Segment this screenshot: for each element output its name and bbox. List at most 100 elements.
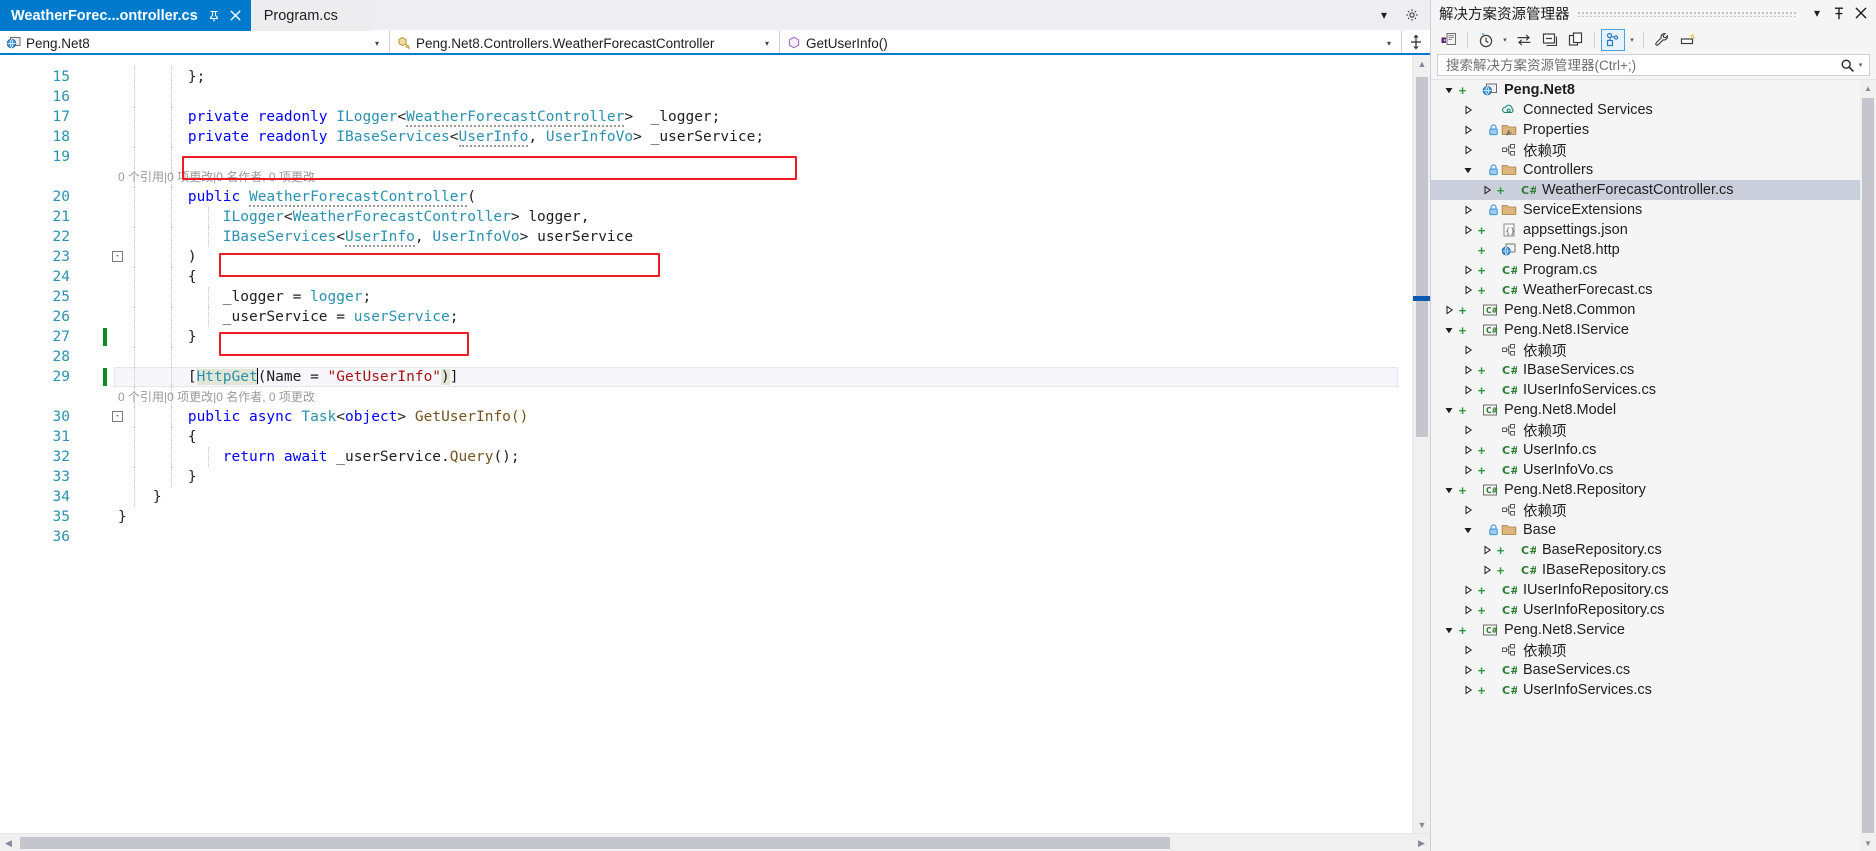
chevron-right-icon[interactable] [1479, 545, 1495, 555]
scroll-left-icon[interactable]: ◀ [0, 834, 17, 851]
gear-icon[interactable] [1404, 7, 1420, 23]
chevron-right-icon[interactable] [1460, 125, 1476, 135]
code-line[interactable]: 16 [0, 87, 1412, 107]
code-line[interactable]: 33 } [0, 467, 1412, 487]
drag-handle[interactable] [1577, 9, 1796, 17]
tree-item-[interactable]: 依赖项 [1431, 140, 1860, 160]
code-line[interactable]: 15 }; [0, 67, 1412, 87]
code-line[interactable]: 24 { [0, 267, 1412, 287]
tab-program[interactable]: Program.cs [251, 0, 371, 31]
navbar-member-dropdown[interactable]: GetUserInfo() ▾ [780, 31, 1402, 55]
close-icon[interactable] [1852, 4, 1870, 22]
scroll-up-icon[interactable]: ▲ [1413, 55, 1430, 72]
chevron-down-icon[interactable]: ▾ [371, 39, 387, 48]
tree-item-baserepository-cs[interactable]: + C# BaseRepository.cs [1431, 540, 1860, 560]
codelens-indicator[interactable]: 0 个引用|0 项更改|0 名作者, 0 项更改 [118, 387, 315, 407]
tree-item-weatherforecast-cs[interactable]: + C# WeatherForecast.cs [1431, 280, 1860, 300]
navbar-project-dropdown[interactable]: Peng.Net8 ▾ [0, 31, 390, 55]
chevron-right-icon[interactable] [1479, 565, 1495, 575]
solution-explorer-search[interactable]: ▾ [1437, 54, 1870, 76]
pin-icon[interactable] [1830, 4, 1848, 22]
scroll-up-icon[interactable]: ▲ [1860, 80, 1876, 96]
chevron-right-icon[interactable] [1460, 265, 1476, 275]
pending-changes-icon[interactable] [1474, 29, 1498, 51]
codelens-indicator[interactable]: 0 个引用|0 项更改|0 名作者, 0 项更改 [118, 167, 315, 187]
tree-item-[interactable]: 依赖项 [1431, 500, 1860, 520]
close-icon[interactable] [228, 8, 243, 23]
tree-item-program-cs[interactable]: + C# Program.cs [1431, 260, 1860, 280]
tree-item-peng-net8-service[interactable]: + C# Peng.Net8.Service [1431, 620, 1860, 640]
properties-icon[interactable] [1650, 29, 1674, 51]
tree-item-[interactable]: 依赖项 [1431, 340, 1860, 360]
solution-tree[interactable]: + Peng.Net8 Connected Services Properties 依赖… [1431, 79, 1876, 851]
chevron-right-icon[interactable] [1460, 425, 1476, 435]
code-line[interactable]: 28 [0, 347, 1412, 367]
code-line[interactable]: 35} [0, 507, 1412, 527]
preview-selected-items-icon[interactable] [1676, 29, 1700, 51]
tree-item-properties[interactable]: Properties [1431, 120, 1860, 140]
chevron-right-icon[interactable] [1460, 505, 1476, 515]
chevron-down-icon[interactable]: ▾ [761, 39, 777, 48]
tree-item-serviceextensions[interactable]: ServiceExtensions [1431, 200, 1860, 220]
tree-item-peng-net8-http[interactable]: + Peng.Net8.http [1431, 240, 1860, 260]
panel-dropdown-button[interactable]: ▾ [1808, 4, 1826, 22]
code-line[interactable]: 27 } [0, 327, 1412, 347]
code-editor-area[interactable]: 15 }; 16 17 private readonly ILogger<Weath… [0, 55, 1430, 833]
code-line[interactable]: 21 ILogger<WeatherForecastController> lo… [0, 207, 1412, 227]
editor-vertical-scrollbar[interactable]: ▲ ▼ [1412, 55, 1430, 833]
scrollbar-thumb[interactable] [1862, 98, 1874, 833]
chevron-right-icon[interactable] [1460, 665, 1476, 675]
chevron-right-icon[interactable] [1460, 385, 1476, 395]
search-icon[interactable] [1838, 58, 1856, 73]
tree-item-peng-net8-repository[interactable]: + C# Peng.Net8.Repository [1431, 480, 1860, 500]
code-line[interactable]: 22 IBaseServices<UserInfo, UserInfoVo> u… [0, 227, 1412, 247]
tree-item-baseservices-cs[interactable]: + C# BaseServices.cs [1431, 660, 1860, 680]
chevron-down-icon[interactable] [1460, 165, 1476, 175]
scrollbar-thumb[interactable] [20, 837, 1170, 849]
code-line[interactable]: 36 [0, 527, 1412, 547]
code-line[interactable]: 34 } [0, 487, 1412, 507]
code-line[interactable]: 31 { [0, 427, 1412, 447]
code-line[interactable]: 18 private readonly IBaseServices<UserIn… [0, 127, 1412, 147]
chevron-down-icon[interactable] [1441, 325, 1457, 335]
chevron-right-icon[interactable] [1460, 105, 1476, 115]
chevron-right-icon[interactable] [1460, 285, 1476, 295]
tree-item-[interactable]: 依赖项 [1431, 420, 1860, 440]
chevron-down-icon[interactable]: ▾ [1627, 36, 1637, 44]
tree-item-peng-net8-iservice[interactable]: + C# Peng.Net8.IService [1431, 320, 1860, 340]
solution-tree-scrollbar[interactable]: ▲ ▼ [1860, 80, 1876, 851]
code-line[interactable]: 17 private readonly ILogger<WeatherForec… [0, 107, 1412, 127]
chevron-down-icon[interactable] [1441, 485, 1457, 495]
code-line[interactable]: 29 [HttpGet(Name = "GetUserInfo")] [0, 367, 1412, 387]
scroll-down-icon[interactable]: ▼ [1860, 835, 1876, 851]
split-editor-button[interactable] [1402, 31, 1430, 53]
tree-item-controllers[interactable]: Controllers [1431, 160, 1860, 180]
chevron-right-icon[interactable] [1460, 605, 1476, 615]
tree-item-peng-net8[interactable]: + Peng.Net8 [1431, 80, 1860, 100]
chevron-right-icon[interactable] [1460, 205, 1476, 215]
code-line[interactable]: 25 _logger = logger; [0, 287, 1412, 307]
chevron-right-icon[interactable] [1441, 305, 1457, 315]
scroll-down-icon[interactable]: ▼ [1413, 816, 1430, 833]
chevron-down-icon[interactable]: ▾ [1500, 36, 1510, 44]
chevron-right-icon[interactable] [1460, 445, 1476, 455]
tree-item-peng-net8-model[interactable]: + C# Peng.Net8.Model [1431, 400, 1860, 420]
tree-item-userinfovo-cs[interactable]: + C# UserInfoVo.cs [1431, 460, 1860, 480]
editor-horizontal-scrollbar[interactable]: ◀ ▶ [0, 833, 1430, 851]
code-line[interactable]: 23- ) [0, 247, 1412, 267]
pin-icon[interactable] [207, 8, 222, 23]
tree-item-iuserinforepository-cs[interactable]: + C# IUserInfoRepository.cs [1431, 580, 1860, 600]
chevron-right-icon[interactable] [1460, 365, 1476, 375]
tree-item-weatherforecastcontroller-cs[interactable]: + C# WeatherForecastController.cs [1431, 180, 1860, 200]
chevron-down-icon[interactable] [1460, 525, 1476, 535]
chevron-right-icon[interactable] [1460, 685, 1476, 695]
chevron-down-icon[interactable]: ▾ [1856, 61, 1865, 69]
code-line[interactable]: 30- public async Task<object> GetUserInf… [0, 407, 1412, 427]
chevron-down-icon[interactable] [1441, 405, 1457, 415]
tree-item-peng-net8-common[interactable]: + C# Peng.Net8.Common [1431, 300, 1860, 320]
chevron-right-icon[interactable] [1460, 345, 1476, 355]
tree-item-ibaserepository-cs[interactable]: + C# IBaseRepository.cs [1431, 560, 1860, 580]
chevron-down-icon[interactable]: ▾ [1376, 7, 1392, 23]
tree-item-userinfoservices-cs[interactable]: + C# UserInfoServices.cs [1431, 680, 1860, 700]
chevron-down-icon[interactable] [1441, 625, 1457, 635]
